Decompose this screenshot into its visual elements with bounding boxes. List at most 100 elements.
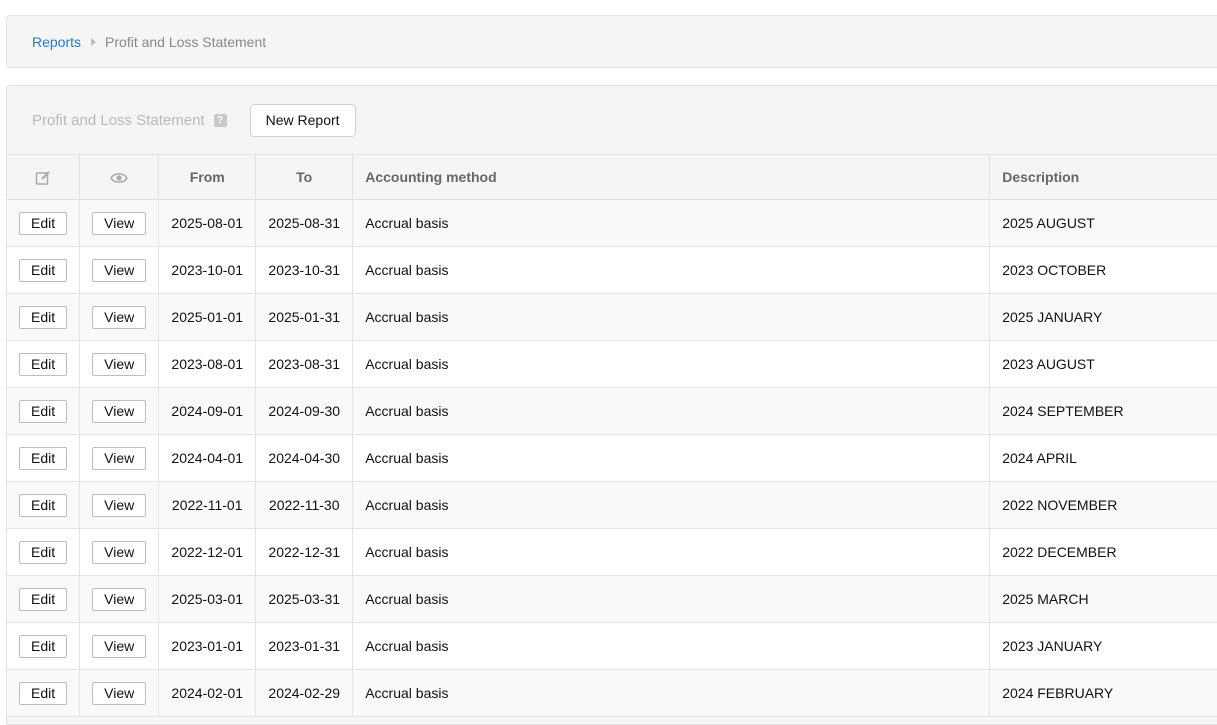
view-button[interactable]: View [92, 493, 147, 517]
breadcrumb-current: Profit and Loss Statement [105, 33, 267, 50]
to-date: 2025-01-31 [255, 293, 354, 341]
column-edit [7, 155, 81, 200]
description: 2023 OCTOBER [989, 246, 1217, 294]
breadcrumb-reports-link[interactable]: Reports [32, 34, 81, 50]
table-row: Edit View 2025-08-01 2025-08-31 Accrual basi… [7, 199, 1217, 247]
view-cell: View [79, 528, 160, 576]
from-date: 2023-10-01 [158, 246, 257, 294]
table-row: Edit View 2023-01-01 2023-01-31 Accrual basi… [7, 622, 1217, 670]
edit-button[interactable]: Edit [19, 634, 68, 658]
to-date: 2023-01-31 [255, 622, 354, 670]
accounting-method: Accrual basis [352, 481, 991, 529]
new-report-button[interactable]: New Report [249, 103, 356, 137]
to-date: 2024-02-29 [255, 669, 354, 717]
edit-cell: Edit [7, 528, 81, 576]
edit-button[interactable]: Edit [19, 587, 68, 611]
edit-cell: Edit [7, 340, 81, 388]
description: 2022 DECEMBER [989, 528, 1217, 576]
view-cell: View [79, 481, 160, 529]
from-date: 2025-03-01 [158, 575, 257, 623]
view-cell: View [79, 340, 160, 388]
view-cell: View [79, 669, 160, 717]
edit-cell: Edit [7, 387, 81, 435]
table-row: Edit View 2025-03-01 2025-03-31 Accrual basi… [7, 575, 1217, 623]
column-from[interactable]: From [158, 155, 257, 200]
accounting-method: Accrual basis [352, 246, 991, 294]
view-cell: View [79, 575, 160, 623]
edit-button[interactable]: Edit [19, 258, 68, 282]
view-button[interactable]: View [92, 587, 147, 611]
accounting-method: Accrual basis [352, 199, 991, 247]
edit-button[interactable]: Edit [19, 446, 68, 470]
edit-cell: Edit [7, 481, 81, 529]
help-icon[interactable]: ? [213, 113, 227, 127]
from-date: 2024-09-01 [158, 387, 257, 435]
accounting-method: Accrual basis [352, 434, 991, 482]
from-date: 2025-08-01 [158, 199, 257, 247]
from-date: 2022-11-01 [158, 481, 257, 529]
edit-cell: Edit [7, 246, 81, 294]
description: 2025 JANUARY [989, 293, 1217, 341]
accounting-method: Accrual basis [352, 528, 991, 576]
column-accounting-method[interactable]: Accounting method [352, 155, 991, 200]
edit-icon [35, 170, 50, 185]
to-date: 2023-10-31 [255, 246, 354, 294]
edit-button[interactable]: Edit [19, 493, 68, 517]
view-button[interactable]: View [92, 540, 147, 564]
description: 2025 MARCH [989, 575, 1217, 623]
table-row: Edit View 2022-11-01 2022-11-30 Accrual basi… [7, 481, 1217, 529]
table-row: Edit View 2025-01-01 2025-01-31 Accrual basi… [7, 293, 1217, 341]
edit-cell: Edit [7, 199, 81, 247]
view-cell: View [79, 434, 160, 482]
view-button[interactable]: View [92, 399, 147, 423]
accounting-method: Accrual basis [352, 669, 991, 717]
view-button[interactable]: View [92, 211, 147, 235]
breadcrumb-separator-icon [91, 37, 97, 46]
edit-cell: Edit [7, 434, 81, 482]
to-date: 2022-12-31 [255, 528, 354, 576]
edit-button[interactable]: Edit [19, 305, 68, 329]
view-button[interactable]: View [92, 681, 147, 705]
view-cell: View [79, 293, 160, 341]
column-view [79, 155, 160, 200]
from-date: 2022-12-01 [158, 528, 257, 576]
panel-header: Profit and Loss Statement ? New Report [7, 86, 1217, 155]
description: 2024 APRIL [989, 434, 1217, 482]
column-to[interactable]: To [255, 155, 354, 200]
edit-button[interactable]: Edit [19, 540, 68, 564]
view-cell: View [79, 199, 160, 247]
edit-cell: Edit [7, 622, 81, 670]
edit-button[interactable]: Edit [19, 352, 68, 376]
to-date: 2025-03-31 [255, 575, 354, 623]
view-button[interactable]: View [92, 352, 147, 376]
view-button[interactable]: View [92, 446, 147, 470]
description: 2024 SEPTEMBER [989, 387, 1217, 435]
view-button[interactable]: View [92, 634, 147, 658]
edit-button[interactable]: Edit [19, 399, 68, 423]
from-date: 2024-02-01 [158, 669, 257, 717]
table-row: Edit View 2023-10-01 2023-10-31 Accrual basi… [7, 246, 1217, 294]
description: 2023 JANUARY [989, 622, 1217, 670]
page-title: Profit and Loss Statement [32, 111, 205, 129]
eye-icon [110, 173, 129, 184]
edit-cell: Edit [7, 669, 81, 717]
to-date: 2023-08-31 [255, 340, 354, 388]
to-date: 2024-09-30 [255, 387, 354, 435]
edit-button[interactable]: Edit [19, 211, 68, 235]
column-description[interactable]: Description [989, 155, 1217, 200]
accounting-method: Accrual basis [352, 387, 991, 435]
table-header-row: From To Accounting method Description [7, 155, 1217, 200]
table-row: Edit View 2023-08-01 2023-08-31 Accrual basi… [7, 340, 1217, 388]
view-cell: View [79, 387, 160, 435]
from-date: 2023-08-01 [158, 340, 257, 388]
description: 2025 AUGUST [989, 199, 1217, 247]
from-date: 2024-04-01 [158, 434, 257, 482]
description: 2024 FEBRUARY [989, 669, 1217, 717]
accounting-method: Accrual basis [352, 575, 991, 623]
edit-cell: Edit [7, 293, 81, 341]
edit-button[interactable]: Edit [19, 681, 68, 705]
from-date: 2023-01-01 [158, 622, 257, 670]
view-button[interactable]: View [92, 305, 147, 329]
view-button[interactable]: View [92, 258, 147, 282]
breadcrumb: Reports Profit and Loss Statement [6, 15, 1217, 68]
